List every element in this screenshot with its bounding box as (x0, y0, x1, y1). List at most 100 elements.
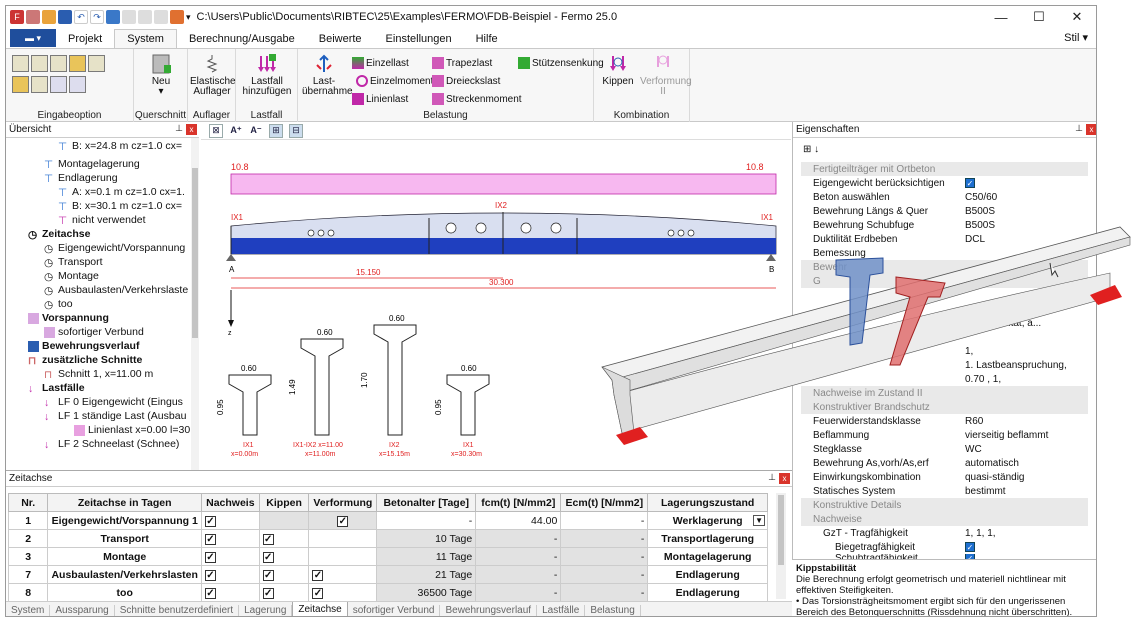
input-option-8-icon[interactable] (50, 76, 67, 93)
app-icon[interactable]: F (10, 10, 24, 24)
scrollbar-thumb[interactable] (778, 495, 784, 565)
prop-row[interactable]: Einwirkungskombination quasi-ständig (801, 470, 1088, 484)
pin-icon[interactable]: ⊥ (1075, 123, 1083, 134)
tab-hilfe[interactable]: Hilfe (464, 29, 510, 48)
category-nachweise[interactable]: Nachweise (801, 512, 1088, 526)
tab-beiwerte[interactable]: Beiwerte (307, 29, 374, 48)
tree-item[interactable]: ⊤ Endlagerung (44, 172, 118, 185)
verformung-checkbox[interactable]: ✓ (312, 587, 324, 599)
overview-scrollbar[interactable] (191, 138, 199, 470)
trapezlast-button[interactable]: Trapezlast (432, 57, 492, 69)
grid-icon[interactable] (106, 10, 120, 24)
copy-icon[interactable] (138, 10, 152, 24)
style-menu[interactable]: Stil ▾ (1064, 31, 1088, 44)
tree-item[interactable]: ◷ Transport (44, 256, 103, 269)
tree-item[interactable]: Linienlast x=0.00 l=30.30 q (74, 424, 198, 436)
beam-icon[interactable] (170, 10, 184, 24)
category-details[interactable]: Konstruktive Details (801, 498, 1088, 512)
section-1[interactable]: 0.60 0.95 IX1 x=0.00m (216, 364, 272, 458)
prop-row-gzt[interactable]: GzT - Tragfähigkeit 1, 1, 1, (801, 526, 1088, 540)
minimize-button[interactable]: — (982, 6, 1020, 28)
tree-item[interactable]: ⊤ B: x=24.8 m cz=1.0 cx= (58, 140, 182, 153)
qa-dropdown-icon[interactable]: ▾ (186, 12, 191, 23)
einzelmoment-button[interactable]: Einzelmoment (356, 75, 433, 87)
tree-item[interactable]: ⊤ B: x=30.1 m cz=1.0 cx= (58, 200, 182, 213)
input-option-5-icon[interactable] (88, 55, 105, 72)
lastfall-hinzufuegen-button[interactable]: Lastfall hinzufügen (240, 53, 294, 97)
scrollbar-thumb[interactable] (192, 168, 198, 338)
table-row[interactable]: 7 Ausbaulasten/Verkehrslasten ✓ ✓ ✓ 21 T… (7, 565, 768, 584)
tree-item[interactable]: ⊤ Montagelagerung (44, 158, 140, 171)
col-header[interactable]: Ecm(t) [N/mm2] (560, 493, 649, 512)
lastuebernahme-button[interactable]: Last-übernahme (302, 53, 353, 97)
prop-row[interactable]: Statisches System bestimmt (801, 484, 1088, 498)
pin-icon[interactable]: ⊥ (175, 123, 183, 134)
kippen-checkbox[interactable]: ✓ (262, 551, 274, 563)
table-row[interactable]: 1 Eigengewicht/Vorspannung 1 ✓ ✓ - 44.00… (7, 511, 768, 530)
tree-item[interactable]: ◷ Zeitachse (28, 228, 90, 241)
support-a-icon[interactable] (226, 254, 236, 261)
tab-projekt[interactable]: Projekt (56, 29, 114, 48)
btab-verbund[interactable]: sofortiger Verbund (348, 604, 441, 616)
btab-belastung[interactable]: Belastung (585, 604, 641, 616)
col-header[interactable]: Zeitachse in Tagen (47, 493, 202, 512)
tree-item[interactable]: Vorspannung (28, 312, 109, 324)
section-2[interactable]: 0.60 1.49 IX1-IX2 x=11.00 x=11.00m (288, 328, 344, 458)
nachweis-checkbox[interactable]: ✓ (204, 515, 216, 527)
tree-item[interactable]: ↓ Lastfälle (28, 382, 85, 395)
col-header[interactable]: Nachweis (200, 493, 260, 512)
col-header[interactable]: Betonalter [Tage] (376, 493, 477, 512)
section-3[interactable]: 0.60 1.70 IX2 x=15.15m (360, 314, 417, 458)
prop-row[interactable]: Beton auswählen C50/60 (801, 190, 1088, 204)
input-option-9-icon[interactable] (69, 76, 86, 93)
table-row[interactable]: 2 Transport ✓ ✓ 10 Tage - - Transportlag… (7, 529, 768, 548)
paste-icon[interactable] (154, 10, 168, 24)
btab-lagerung[interactable]: Lagerung (239, 604, 293, 616)
tab-berechnung[interactable]: Berechnung/Ausgabe (177, 29, 307, 48)
view-option-2-icon[interactable]: ⊟ (289, 123, 303, 138)
prop-row[interactable]: Biegetragfähigkeit ✓ (801, 540, 1088, 554)
tree-item[interactable]: ↓ LF 2 Schneelast (Schnee) (44, 438, 179, 451)
nachweis-checkbox[interactable]: ✓ (204, 587, 216, 599)
btab-bewehrungsverlauf[interactable]: Bewehrungsverlauf (440, 604, 538, 616)
tree-item[interactable]: ↓ LF 1 ständige Last (Ausbau (44, 410, 186, 423)
input-option-6-icon[interactable] (12, 76, 29, 93)
verformung-checkbox[interactable]: ✓ (337, 515, 349, 527)
pin-icon[interactable]: ⊥ (768, 472, 776, 483)
tab-system[interactable]: System (114, 29, 177, 48)
view-option-1-icon[interactable]: ⊞ (269, 123, 283, 138)
elastische-auflager-button[interactable]: Elastische Auflager (190, 53, 236, 97)
maximize-button[interactable]: ☐ (1020, 6, 1058, 28)
streckenmoment-button[interactable]: Streckenmoment (432, 93, 522, 105)
prop-row[interactable]: Eigengewicht berücksichtigen ✓ (801, 176, 1088, 190)
tree-item[interactable]: ⊓ zusätzliche Schnitte (28, 354, 142, 367)
close-panel-icon[interactable]: x (1086, 124, 1096, 135)
kippen-checkbox[interactable]: ✓ (262, 587, 274, 599)
table-row[interactable]: 3 Montage ✓ ✓ 11 Tage - - Montagelagerun… (7, 547, 768, 566)
btab-lastfaelle[interactable]: Lastfälle (537, 604, 586, 616)
tree-item[interactable]: ◷ Montage (44, 270, 99, 283)
new-icon[interactable] (26, 10, 40, 24)
tree-item[interactable]: ◷ too (44, 298, 73, 311)
table-scrollbar[interactable] (776, 493, 786, 599)
prop-row[interactable]: Bewehrung As,vorh/As,erf automatisch (801, 456, 1088, 470)
kippen-checkbox[interactable]: ✓ (262, 533, 274, 545)
nachweis-checkbox[interactable]: ✓ (204, 569, 216, 581)
close-panel-icon[interactable]: x (186, 124, 197, 135)
brush-icon[interactable] (122, 10, 136, 24)
undo-icon[interactable]: ↶ (74, 10, 88, 24)
btab-system[interactable]: System (6, 604, 51, 616)
tree-item[interactable]: ⊓ Schnitt 1, x=11.00 m (44, 368, 153, 381)
verformung-checkbox[interactable]: ✓ (312, 569, 324, 581)
tree-item[interactable]: Bewehrungsverlauf (28, 340, 139, 352)
close-button[interactable]: ✕ (1058, 6, 1096, 28)
tree-item[interactable]: ◷ Ausbaulasten/Verkehrslaste (44, 284, 188, 297)
col-header[interactable]: Verformung (308, 493, 378, 512)
file-menu-button[interactable]: ▬ ▾ (10, 29, 56, 47)
fit-view-icon[interactable]: ⊠ (209, 123, 223, 138)
dreieckslast-button[interactable]: Dreieckslast (432, 75, 500, 87)
save-icon[interactable] (58, 10, 72, 24)
checkbox[interactable]: ✓ (965, 541, 975, 552)
col-header[interactable]: Lagerungszustand (647, 493, 768, 512)
lager-select[interactable]: Werklagerung ▼ (647, 511, 768, 530)
